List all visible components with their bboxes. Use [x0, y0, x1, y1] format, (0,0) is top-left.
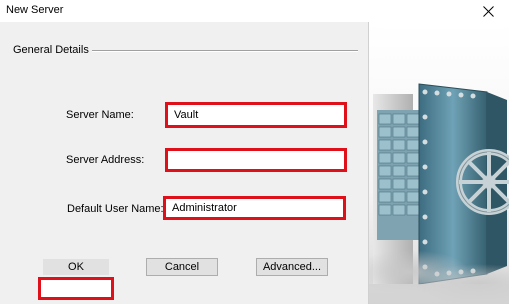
window-title: New Server: [6, 4, 64, 16]
new-server-dialog: New Server General Details Server Name: …: [0, 0, 509, 304]
dialog-content: General Details Server Name: Server Addr…: [0, 22, 368, 304]
close-button[interactable]: [469, 0, 509, 22]
close-icon: [483, 6, 494, 17]
server-name-label: Server Name:: [66, 109, 134, 121]
server-address-label: Server Address:: [66, 154, 145, 166]
server-address-field[interactable]: [165, 148, 347, 172]
title-bar: New Server: [0, 0, 509, 22]
server-name-field[interactable]: [165, 102, 347, 128]
default-user-name-label: Default User Name:: [67, 203, 164, 215]
group-divider: [92, 50, 358, 52]
advanced-button[interactable]: Advanced...: [256, 258, 328, 276]
group-label-general-details: General Details: [13, 44, 89, 56]
ok-button-highlight: [38, 277, 114, 300]
vault-image-panel: [368, 22, 509, 304]
ok-button[interactable]: OK: [43, 259, 109, 275]
bank-vault-illustration: [369, 22, 509, 304]
default-user-name-field[interactable]: [163, 196, 346, 220]
cancel-button[interactable]: Cancel: [146, 258, 218, 276]
